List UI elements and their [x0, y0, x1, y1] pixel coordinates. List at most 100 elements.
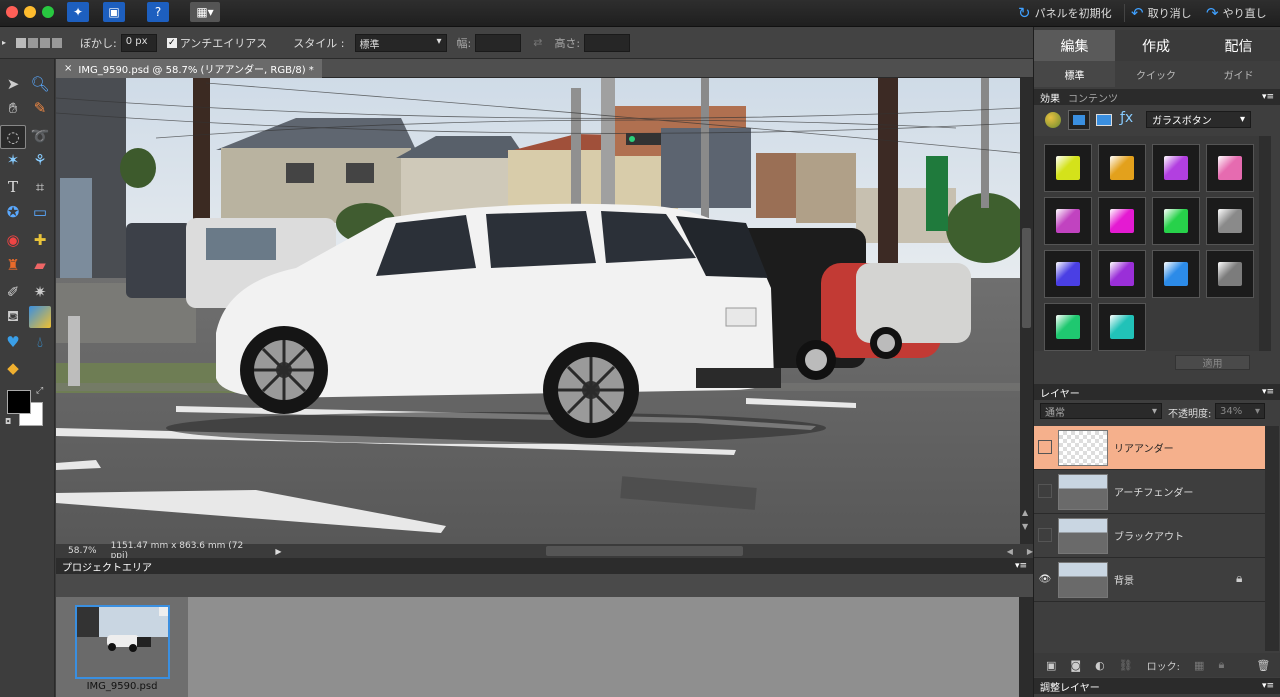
new-layer-icon[interactable]: ▣	[1046, 659, 1056, 672]
workspace-layout-icon[interactable]: ▦▾	[190, 2, 220, 22]
glass-button-swatch[interactable]	[1206, 197, 1254, 245]
scroll-down-icon[interactable]: ▼	[1022, 522, 1028, 531]
glass-button-swatch[interactable]	[1206, 144, 1254, 192]
effects-scrollbar[interactable]	[1259, 136, 1271, 351]
move-tool-icon[interactable]: ➤	[2, 73, 24, 95]
layers-scrollbar[interactable]	[1265, 426, 1279, 651]
width-input[interactable]	[475, 33, 522, 52]
hand-tool-icon[interactable]: ✋︎	[2, 97, 24, 119]
red-eye-tool-icon[interactable]: ◉	[2, 229, 24, 251]
lock-all-icon[interactable]: 🔒︎	[1218, 658, 1224, 672]
layer-row-arch-fender[interactable]: アーチフェンダー	[1034, 470, 1265, 514]
horizontal-scrollbar-thumb[interactable]	[545, 546, 743, 556]
antialias-checkbox[interactable]: ✓ アンチエイリアス	[166, 35, 267, 51]
canvas-vertical-scrollbar[interactable]: ▲ ▼	[1020, 78, 1033, 544]
blur-tool-icon[interactable]: 💧︎	[29, 331, 51, 353]
photo-effects-icon[interactable]	[1096, 114, 1112, 126]
window-minimize-button[interactable]	[24, 6, 36, 18]
close-icon[interactable]: ×	[64, 63, 72, 74]
project-thumbnail[interactable]	[75, 605, 170, 679]
adjustment-layer-icon[interactable]: ◐	[1095, 659, 1105, 672]
mode-tab-share[interactable]: 配信	[1197, 30, 1280, 61]
eye-icon[interactable]: 👁︎	[1038, 572, 1052, 586]
paint-bucket-tool-icon[interactable]: ⛾	[2, 306, 24, 328]
layer-visibility-toggle[interactable]	[1038, 484, 1052, 498]
smart-brush-tool-icon[interactable]: ✷	[29, 281, 51, 303]
opacity-field[interactable]: 34% ▾	[1215, 403, 1265, 419]
gradient-tool-icon[interactable]	[29, 306, 51, 328]
glass-button-swatch[interactable]	[1152, 250, 1200, 298]
effects-category-dropdown[interactable]: ガラスボタン ▾	[1146, 111, 1251, 128]
all-effects-icon[interactable]: ƒx	[1120, 110, 1133, 126]
blend-mode-dropdown[interactable]: 通常 ▾	[1040, 403, 1162, 419]
new-file-icon[interactable]: ✦	[67, 2, 89, 22]
tab-effects[interactable]: 効果	[1040, 90, 1060, 105]
sponge-tool-icon[interactable]: ◆	[2, 357, 24, 379]
trash-icon[interactable]: 🗑︎	[1256, 659, 1270, 672]
glass-button-swatch[interactable]	[1152, 197, 1200, 245]
eraser-tool-icon[interactable]: ▰	[29, 254, 51, 276]
clone-stamp-tool-icon[interactable]: ♜	[2, 254, 24, 276]
style-dropdown[interactable]: 標準 ▾	[354, 33, 447, 52]
layer-visibility-toggle[interactable]	[1038, 528, 1052, 542]
marquee-tool-icon[interactable]: ◌	[0, 125, 26, 149]
submode-tab-full[interactable]: 標準	[1034, 61, 1115, 87]
layer-mask-icon[interactable]: ◙	[1070, 659, 1081, 672]
default-colors-icon[interactable]: ◘	[5, 417, 11, 426]
window-close-button[interactable]	[6, 6, 18, 18]
reset-panels-button[interactable]: ↻ パネルを初期化	[1018, 3, 1112, 23]
straighten-tool-icon[interactable]: ▭	[29, 201, 51, 223]
image-canvas[interactable]	[56, 78, 1020, 544]
redo-button[interactable]: ↷ やり直し	[1206, 3, 1267, 23]
glass-button-swatch[interactable]	[1152, 144, 1200, 192]
eyedropper-tool-icon[interactable]: ✎	[29, 97, 51, 119]
type-tool-icon[interactable]: T	[2, 176, 24, 198]
panel-menu-icon[interactable]: ▾≡	[1015, 561, 1027, 571]
apply-button[interactable]: 適用	[1175, 355, 1250, 370]
status-menu-icon[interactable]: ▶	[275, 547, 281, 556]
layer-row-background[interactable]: 👁︎ 背景 🔒︎	[1034, 558, 1265, 602]
help-icon[interactable]: ?	[147, 2, 169, 22]
magic-wand-tool-icon[interactable]: ✶	[2, 149, 24, 171]
document-tab[interactable]: × IMG_9590.psd @ 58.7% (リアアンダー, RGB/8) *	[56, 59, 322, 78]
glass-button-swatch[interactable]	[1044, 197, 1092, 245]
glass-button-swatch[interactable]	[1098, 197, 1146, 245]
save-icon[interactable]: ▣	[103, 2, 125, 22]
panel-menu-icon[interactable]: ▾≡	[1262, 681, 1274, 691]
quick-selection-tool-icon[interactable]: ⚘	[29, 149, 51, 171]
mode-tab-create[interactable]: 作成	[1115, 30, 1197, 61]
window-zoom-button[interactable]	[42, 6, 54, 18]
glass-button-swatch[interactable]	[1098, 303, 1146, 351]
scrollbar-thumb[interactable]	[1022, 228, 1031, 328]
glass-button-swatch[interactable]	[1206, 250, 1254, 298]
cookie-cutter-tool-icon[interactable]: ✪	[2, 201, 24, 223]
filters-icon[interactable]	[1045, 112, 1061, 128]
custom-shape-tool-icon[interactable]: ♥	[2, 331, 24, 353]
undo-button[interactable]: ↶ 取り消し	[1131, 3, 1192, 23]
submode-tab-quick[interactable]: クイック	[1115, 61, 1197, 87]
scroll-up-icon[interactable]: ▲	[1022, 508, 1028, 517]
glass-button-swatch[interactable]	[1044, 144, 1092, 192]
glass-button-swatch[interactable]	[1044, 303, 1092, 351]
submode-tab-guided[interactable]: ガイド	[1197, 61, 1280, 87]
options-menu-icon[interactable]: ▸	[2, 38, 6, 47]
layer-row-blackout[interactable]: ブラックアウト	[1034, 514, 1265, 558]
layer-row-rear-under[interactable]: リアアンダー	[1034, 426, 1265, 470]
tab-content[interactable]: コンテンツ	[1068, 90, 1118, 105]
layer-visibility-toggle[interactable]	[1038, 440, 1052, 454]
link-icon[interactable]: ⛓︎	[1119, 659, 1133, 672]
layer-styles-icon[interactable]	[1068, 110, 1090, 130]
swap-icon[interactable]: ⇄	[533, 36, 542, 49]
crop-tool-icon[interactable]: ⌗	[29, 176, 51, 198]
height-input[interactable]	[584, 33, 631, 52]
project-bin-scrollbar[interactable]	[1019, 597, 1033, 697]
feather-input[interactable]: 0 px	[120, 33, 157, 52]
foreground-color-swatch[interactable]	[7, 390, 31, 414]
glass-button-swatch[interactable]	[1098, 250, 1146, 298]
selection-mode-icons[interactable]	[16, 37, 63, 48]
lasso-tool-icon[interactable]: ➰	[29, 125, 51, 147]
glass-button-swatch[interactable]	[1044, 250, 1092, 298]
brush-tool-icon[interactable]: ✐	[2, 281, 24, 303]
lock-transparency-icon[interactable]: ▦	[1194, 659, 1204, 672]
panel-menu-icon[interactable]: ▾≡	[1262, 387, 1274, 397]
